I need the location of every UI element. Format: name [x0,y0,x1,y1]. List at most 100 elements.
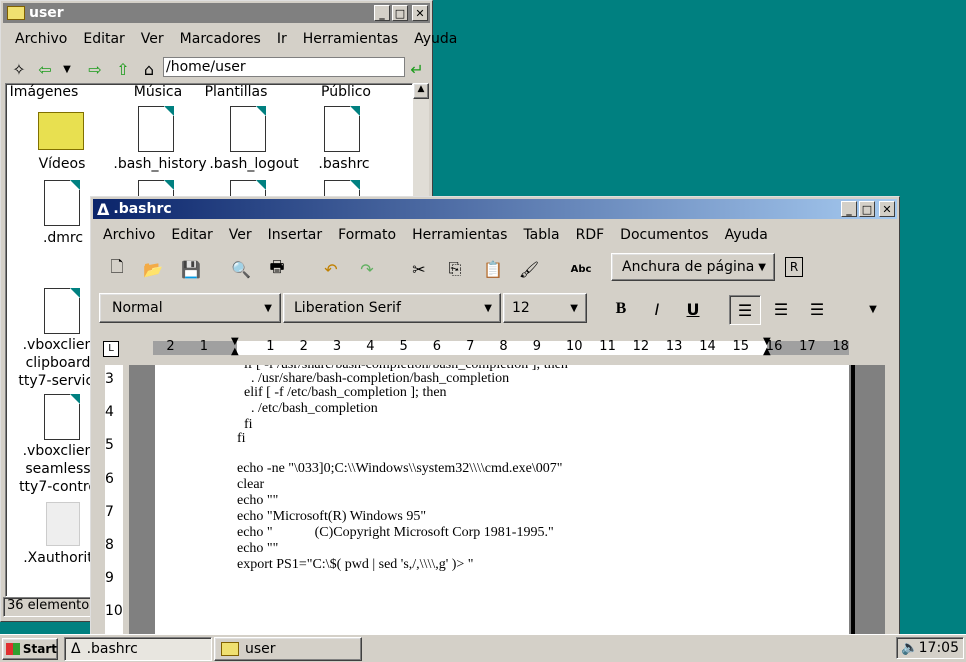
file-icon[interactable] [138,106,174,152]
print-preview-icon[interactable]: 🔍 [229,257,253,281]
file-item[interactable]: .vboxclien seamless tty7-contro [18,442,98,496]
file-item[interactable]: Imágenes [6,84,92,100]
bold-icon[interactable]: B [609,297,633,321]
writer-titlebar[interactable]: Δ .bashrc _ □ ✕ [93,199,897,219]
fm-menu-item[interactable]: Archivo [7,31,75,47]
ruler-number: 1 [199,339,208,354]
revisions-icon[interactable]: R [785,257,803,277]
go-icon[interactable]: ↵ [405,57,429,81]
chevron-down-icon[interactable]: ▼ [55,57,79,81]
copy-icon[interactable]: ⎘ [443,257,467,281]
cut-icon[interactable]: ✂ [407,257,431,281]
folder-icon [221,642,239,656]
scroll-up-button[interactable]: ▲ [413,83,429,99]
ruler-number: 11 [599,339,616,354]
file-item[interactable]: .vboxclien clipboard tty7-servic. [18,336,98,390]
chevron-down-icon[interactable]: ▼ [861,297,885,321]
zoom-select[interactable]: Anchura de página ▼ [611,253,775,281]
fm-menu-item[interactable]: Ayuda [406,31,465,47]
open-folder-icon[interactable]: 📂 [141,257,165,281]
new-document-icon[interactable]: 🗋 [105,257,129,281]
app-logo-icon: Δ [71,641,81,657]
fm-menu-item[interactable]: Ir [269,31,295,47]
wr-menu-item[interactable]: Ver [221,227,260,243]
vertical-ruler: 3 4 5 6 7 8 9 10 [97,365,129,635]
wr-menu-item[interactable]: Ayuda [717,227,776,243]
left-indent-marker[interactable]: ▼ ▲ [231,337,241,357]
home-icon[interactable]: ⌂ [137,57,161,81]
file-icon[interactable] [44,394,80,440]
spellcheck-icon[interactable]: Abc [569,257,593,281]
right-indent-marker[interactable]: ▼ ▲ [763,337,773,357]
clock[interactable]: 17:05 [919,640,959,656]
document-area: 3 4 5 6 7 8 9 10 if [ -f /usr/share/bash-comple… [97,365,885,635]
document-line: elif [ -f /etc/bash_completion ]; then [237,385,447,400]
fm-menu-item[interactable]: Editar [75,31,132,47]
maximize-button[interactable]: □ [859,201,875,217]
redo-icon[interactable]: ↷ [355,257,379,281]
ruler-number: 1 [266,339,275,354]
align-justify-icon[interactable]: ☰ [805,297,829,321]
file-item[interactable]: .bash_history [110,156,210,172]
file-icon[interactable] [44,288,80,334]
folder-icon[interactable] [38,112,84,150]
wr-menu-item[interactable]: Herramientas [404,227,515,243]
fm-menu-item[interactable]: Ver [133,31,172,47]
file-item[interactable]: Vídeos [14,156,110,172]
wr-menu-item[interactable]: RDF [568,227,613,243]
broom-icon[interactable]: ✧ [7,57,31,81]
ruler-number: 9 [532,339,541,354]
status-bar: 36 elementos [3,597,98,617]
file-item[interactable]: Público [298,84,394,100]
fm-menu-item[interactable]: Herramientas [295,31,406,47]
save-icon[interactable]: 💾 [179,257,203,281]
file-item[interactable]: Plantillas [188,84,284,100]
minimize-button[interactable]: _ [374,5,390,21]
file-item[interactable]: .bashrc [296,156,392,172]
up-arrow-icon[interactable]: ⇧ [111,57,135,81]
align-center-icon[interactable]: ☰ [769,297,793,321]
file-manager-toolbar: ✧ ⇦ ▼ ⇨ ⇧ ⌂ ↵ [5,55,429,83]
style-select[interactable]: Normal ▼ [99,293,281,323]
task-button-user[interactable]: user [214,637,362,661]
print-icon[interactable]: 🖶 [265,257,289,281]
fm-menu-item[interactable]: Marcadores [172,31,269,47]
close-button[interactable]: ✕ [879,201,895,217]
paste-icon[interactable]: 📋 [481,257,505,281]
maximize-button[interactable]: □ [392,5,408,21]
forward-arrow-icon[interactable]: ⇨ [83,57,107,81]
page[interactable]: if [ -f /usr/share/bash-completion/bash_… [155,365,849,635]
minimize-button[interactable]: _ [841,201,857,217]
file-manager-titlebar[interactable]: user _ □ ✕ [3,3,430,23]
ruler-number: 14 [699,339,716,354]
undo-icon[interactable]: ↶ [319,257,343,281]
file-item[interactable]: .bash_logout [206,156,302,172]
ruler-number: 9 [105,570,114,587]
wr-menu-item[interactable]: Formato [330,227,404,243]
back-arrow-icon[interactable]: ⇦ [33,57,57,81]
horizontal-ruler: L 2 1 1 2 3 4 5 6 7 8 9 10 11 12 13 14 15 16 17 18 ▼ ▲ ▼ ▲ [97,335,893,359]
wr-menu-item[interactable]: Editar [163,227,220,243]
wr-menu-item[interactable]: Tabla [515,227,567,243]
volume-icon[interactable]: 🔈 [901,640,918,656]
file-icon[interactable] [324,106,360,152]
close-button[interactable]: ✕ [412,5,428,21]
start-button[interactable]: Start [2,638,58,660]
italic-icon[interactable]: I [645,297,669,321]
underline-icon[interactable]: U [681,297,705,321]
wr-menu-item[interactable]: Insertar [260,227,331,243]
file-icon[interactable] [46,502,80,546]
font-select[interactable]: Liberation Serif ▼ [283,293,501,323]
file-icon[interactable] [44,180,80,226]
wr-menu-item[interactable]: Documentos [612,227,716,243]
file-icon[interactable] [230,106,266,152]
font-size-select[interactable]: 12 ▼ [503,293,587,323]
document-line: echo -ne "\033]0;C:\\Windows\\system32\\… [237,461,563,476]
file-item[interactable]: .Xauthorit [18,550,98,566]
align-left-icon[interactable]: ☰ [729,295,761,325]
wr-menu-item[interactable]: Archivo [95,227,163,243]
task-button-bashrc[interactable]: Δ .bashrc [64,637,212,661]
window-title: .bashrc [113,201,172,217]
location-input[interactable] [163,57,405,77]
format-painter-icon[interactable]: 🖌 [517,257,541,281]
